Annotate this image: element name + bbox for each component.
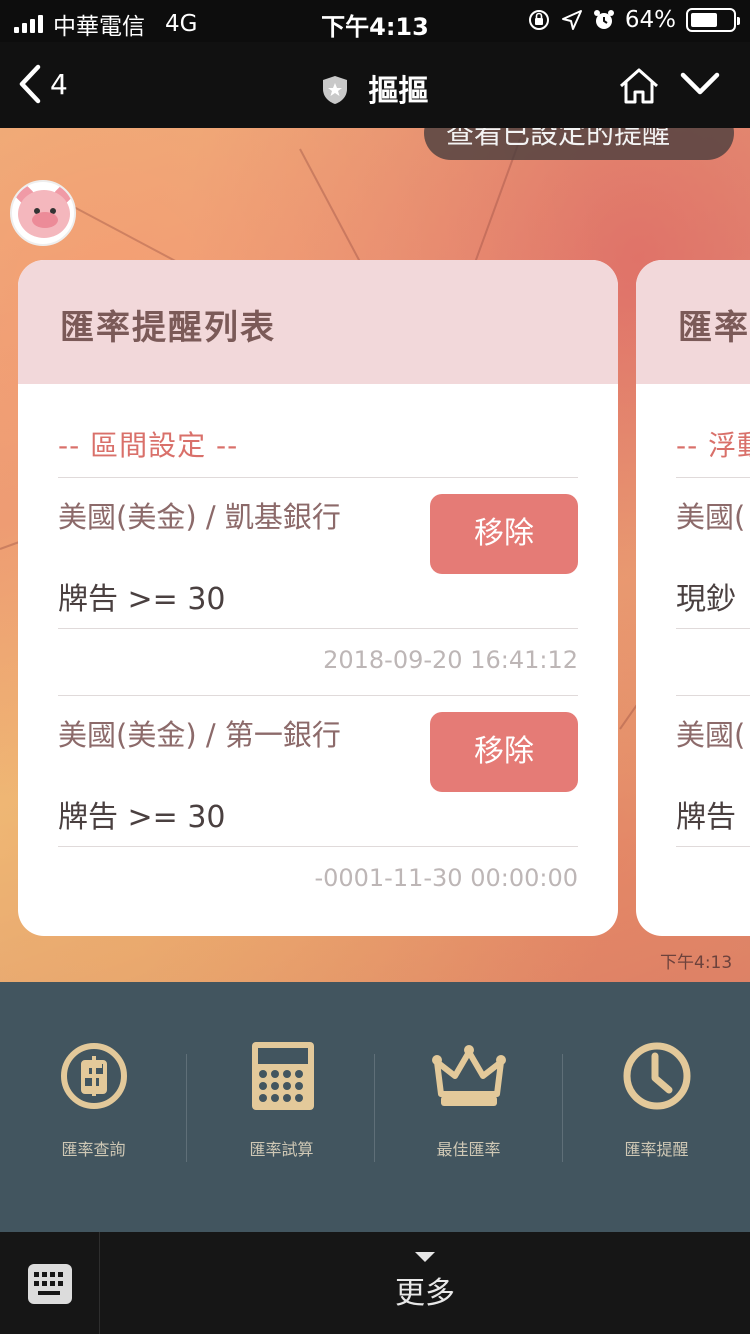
battery-percent: 64%: [624, 7, 676, 33]
menu-label: 匯率試算: [249, 1140, 314, 1159]
timestamp: -0001-11-30 00:00:00: [314, 864, 578, 892]
bank-name: 美國(: [676, 500, 746, 534]
card-title: 匯率提醒列表: [60, 308, 276, 348]
menu-item-rate-query[interactable]: 匯率查詢: [0, 1036, 187, 1160]
more-menu-toggle[interactable]: 更多: [100, 1232, 750, 1334]
list-item: 美國( 現鈔: [676, 478, 750, 696]
menu-item-best-rate[interactable]: 最佳匯率: [375, 1036, 562, 1160]
menu-divider: [186, 1054, 187, 1162]
menu-item-rate-calculator[interactable]: 匯率試算: [188, 1036, 375, 1160]
remove-button[interactable]: 移除: [430, 712, 578, 792]
alert-condition: 現鈔: [676, 582, 736, 617]
rich-menu: 匯率查詢 匯率試算 最佳匯率 匯率提醒: [0, 982, 750, 1232]
list-item: 美國(美金) / 第一銀行 移除 牌告 >= 30 -0001-11-30 00…: [58, 696, 578, 914]
reminder-toast[interactable]: 查看已設定的提醒: [424, 128, 734, 160]
clock-icon: [623, 1042, 690, 1110]
dollar-coin-icon: [60, 1043, 127, 1109]
location-arrow-icon: [561, 10, 582, 30]
rate-alert-card-next[interactable]: 匯率 -- 浮動 美國( 現鈔 美國( 牌告: [636, 260, 750, 936]
battery-icon: [686, 8, 740, 32]
keyboard-button[interactable]: [0, 1232, 100, 1334]
message-time: 下午4:13: [660, 953, 733, 973]
bank-name: 美國(美金) / 第一銀行: [58, 718, 341, 752]
bank-name: 美國(美金) / 凱基銀行: [58, 500, 341, 534]
list-item: 美國( 牌告: [676, 696, 750, 914]
chat-title-text: 摳摳: [368, 74, 429, 109]
section-title: -- 浮動: [676, 384, 750, 478]
alert-condition: 牌告: [676, 800, 736, 835]
list-item: 美國(美金) / 凱基銀行 移除 牌告 >= 30 2018-09-20 16:…: [58, 478, 578, 696]
keyboard-icon: [28, 1264, 72, 1304]
bottom-bar: 更多: [0, 1232, 750, 1334]
menu-item-rate-alert[interactable]: 匯率提醒: [563, 1036, 750, 1160]
rate-alert-card: 匯率提醒列表 -- 區間設定 -- 美國(美金) / 凱基銀行 移除 牌告 >=…: [18, 260, 618, 936]
rotation-lock-icon: [528, 10, 549, 30]
crown-icon: [431, 1045, 506, 1106]
caret-down-icon: [415, 1252, 435, 1262]
menu-label: 匯率提醒: [624, 1140, 689, 1159]
chevron-down-icon[interactable]: [680, 70, 720, 98]
alert-condition: 牌告 >= 30: [58, 582, 226, 617]
alarm-icon: [593, 10, 614, 29]
menu-label: 最佳匯率: [436, 1140, 501, 1159]
remove-button[interactable]: 移除: [430, 494, 578, 574]
home-icon[interactable]: [618, 66, 660, 106]
official-shield-icon: [322, 76, 347, 104]
status-bar: 中華電信 4G 下午4:13 64%: [0, 0, 750, 42]
avatar[interactable]: [10, 180, 76, 246]
timestamp: 2018-09-20 16:41:12: [323, 646, 578, 674]
menu-label: 匯率查詢: [61, 1140, 126, 1159]
calculator-icon: [251, 1042, 314, 1110]
card-title: 匯率: [678, 308, 750, 348]
section-title: -- 區間設定 --: [58, 384, 578, 478]
chat-area[interactable]: 查看已設定的提醒 匯率提醒列表 -- 區間設定 -- 美國(美金) / 凱基銀行…: [0, 128, 750, 982]
bank-name: 美國(: [676, 718, 746, 752]
chat-header: 4 摳摳: [0, 42, 750, 128]
alert-condition: 牌告 >= 30: [58, 800, 226, 835]
more-label: 更多: [395, 1276, 455, 1311]
